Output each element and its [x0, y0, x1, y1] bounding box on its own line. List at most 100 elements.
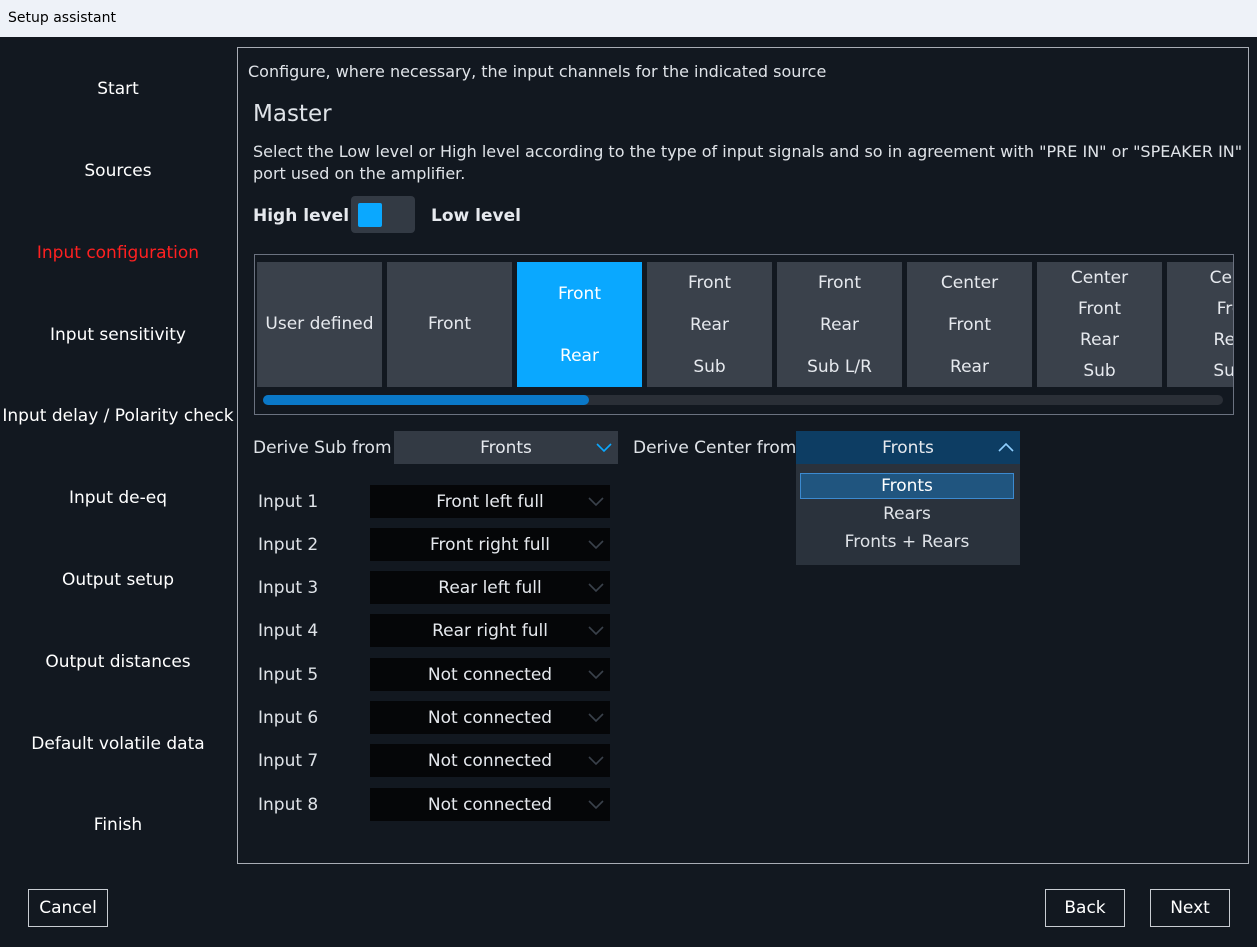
preset-line: Rea	[1213, 329, 1234, 350]
derive-center-value: Fronts	[882, 437, 934, 458]
sidebar-item-output-distances[interactable]: Output distances	[0, 651, 236, 673]
input-6-value: Not connected	[427, 707, 553, 728]
preset-tile-front[interactable]: Front	[387, 262, 512, 387]
chevron-down-icon	[588, 713, 604, 723]
preset-line: Rear	[690, 314, 729, 335]
input-7-label: Input 7	[258, 751, 319, 771]
input-4-label: Input 4	[258, 621, 319, 641]
chevron-down-icon	[588, 540, 604, 550]
intro-text: Configure, where necessary, the input ch…	[248, 62, 827, 81]
derive-sub-label: Derive Sub from	[253, 438, 392, 458]
section-title: Master	[253, 101, 332, 127]
sidebar-item-output-setup[interactable]: Output setup	[0, 569, 236, 591]
input-3-label: Input 3	[258, 578, 319, 598]
preset-selector: User defined Front Front Rear Front Rear…	[254, 254, 1234, 415]
sidebar-item-sources[interactable]: Sources	[0, 160, 236, 182]
preset-line: Front	[948, 314, 991, 335]
preset-tile-front-rear[interactable]: Front Rear	[517, 262, 642, 387]
preset-line: User defined	[265, 314, 374, 334]
input-8-value: Not connected	[427, 794, 553, 815]
derive-center-label: Derive Center from	[633, 438, 797, 458]
preset-line: Front	[558, 283, 601, 304]
input-3-dropdown[interactable]: Rear left full	[370, 571, 610, 604]
chevron-up-icon	[998, 442, 1014, 452]
input-2-value: Front right full	[430, 534, 550, 555]
preset-tile-user-defined[interactable]: User defined	[257, 262, 382, 387]
low-level-label: Low level	[431, 206, 521, 226]
preset-tile-partial[interactable]: Cent Fro Rea Sub	[1167, 262, 1234, 387]
preset-scrollbar-thumb[interactable]	[263, 395, 590, 405]
high-level-label: High level	[253, 206, 350, 226]
preset-line: Sub	[1213, 360, 1234, 381]
sidebar-item-finish[interactable]: Finish	[0, 814, 236, 836]
preset-line: Front	[428, 314, 471, 334]
input-1-label: Input 1	[258, 492, 319, 512]
input-5-value: Not connected	[427, 664, 553, 685]
option-fronts-rears[interactable]: Fronts + Rears	[800, 529, 1014, 555]
back-button[interactable]: Back	[1045, 889, 1125, 927]
preset-line: Front	[688, 272, 731, 293]
input-8-dropdown[interactable]: Not connected	[370, 788, 610, 821]
level-description: Select the Low level or High level accor…	[253, 142, 1243, 183]
level-toggle-switch[interactable]	[351, 196, 415, 233]
sidebar-item-input-sensitivity[interactable]: Input sensitivity	[0, 324, 236, 346]
input-6-label: Input 6	[258, 708, 319, 728]
input-2-dropdown[interactable]: Front right full	[370, 528, 610, 561]
sidebar-item-input-configuration[interactable]: Input configuration	[0, 242, 236, 264]
chevron-down-icon	[588, 800, 604, 810]
chevron-down-icon	[588, 670, 604, 680]
preset-scrollbar[interactable]	[263, 395, 1223, 405]
derive-center-options: Fronts Rears Fronts + Rears	[796, 464, 1020, 565]
option-fronts[interactable]: Fronts	[800, 473, 1014, 499]
chevron-down-icon	[588, 756, 604, 766]
preset-line: Center	[940, 272, 999, 293]
preset-line: Sub	[693, 356, 726, 377]
next-button[interactable]: Next	[1150, 889, 1230, 927]
input-8-label: Input 8	[258, 795, 319, 815]
input-6-dropdown[interactable]: Not connected	[370, 701, 610, 734]
preset-line: Sub L/R	[807, 356, 872, 377]
toggle-knob	[358, 203, 382, 227]
preset-line: Rear	[1080, 329, 1119, 350]
sidebar-item-input-delay[interactable]: Input delay / Polarity check	[0, 405, 236, 427]
cancel-button[interactable]: Cancel	[28, 889, 108, 927]
input-2-label: Input 2	[258, 535, 319, 555]
input-4-dropdown[interactable]: Rear right full	[370, 614, 610, 647]
preset-line: Fro	[1216, 298, 1233, 319]
preset-line: Rear	[950, 356, 989, 377]
derive-sub-dropdown[interactable]: Fronts	[394, 431, 618, 464]
preset-line: Rear	[560, 345, 599, 366]
chevron-down-icon	[588, 497, 604, 507]
input-5-dropdown[interactable]: Not connected	[370, 658, 610, 691]
preset-line: Rear	[820, 314, 859, 335]
title-bar: Setup assistant	[0, 0, 1257, 37]
derive-center-dropdown[interactable]: Fronts	[796, 431, 1020, 464]
sidebar-item-default-volatile-data[interactable]: Default volatile data	[0, 733, 236, 755]
window-title: Setup assistant	[8, 10, 116, 26]
derive-sub-value: Fronts	[480, 437, 532, 458]
option-rears[interactable]: Rears	[800, 501, 1014, 527]
input-4-value: Rear right full	[432, 620, 548, 641]
preset-tile-center-front-rear-sub[interactable]: Center Front Rear Sub	[1037, 262, 1162, 387]
input-7-value: Not connected	[427, 750, 553, 771]
preset-line: Front	[818, 272, 861, 293]
chevron-down-icon	[596, 443, 612, 453]
preset-tile-center-front-rear[interactable]: Center Front Rear	[907, 262, 1032, 387]
preset-line: Center	[1070, 267, 1129, 288]
input-7-dropdown[interactable]: Not connected	[370, 744, 610, 777]
preset-tile-front-rear-sub-lr[interactable]: Front Rear Sub L/R	[777, 262, 902, 387]
sidebar-item-start[interactable]: Start	[0, 78, 236, 100]
preset-line: Front	[1078, 298, 1121, 319]
preset-tile-front-rear-sub[interactable]: Front Rear Sub	[647, 262, 772, 387]
input-1-dropdown[interactable]: Front left full	[370, 485, 610, 518]
preset-line: Cent	[1209, 267, 1233, 288]
chevron-down-icon	[588, 583, 604, 593]
preset-line: Sub	[1083, 360, 1116, 381]
input-5-label: Input 5	[258, 665, 319, 685]
main-panel: Configure, where necessary, the input ch…	[237, 47, 1249, 864]
sidebar-nav: Start Sources Input configuration Input …	[0, 37, 236, 867]
sidebar-item-input-de-eq[interactable]: Input de-eq	[0, 487, 236, 509]
input-3-value: Rear left full	[438, 577, 542, 598]
chevron-down-icon	[588, 626, 604, 636]
input-1-value: Front left full	[436, 491, 544, 512]
